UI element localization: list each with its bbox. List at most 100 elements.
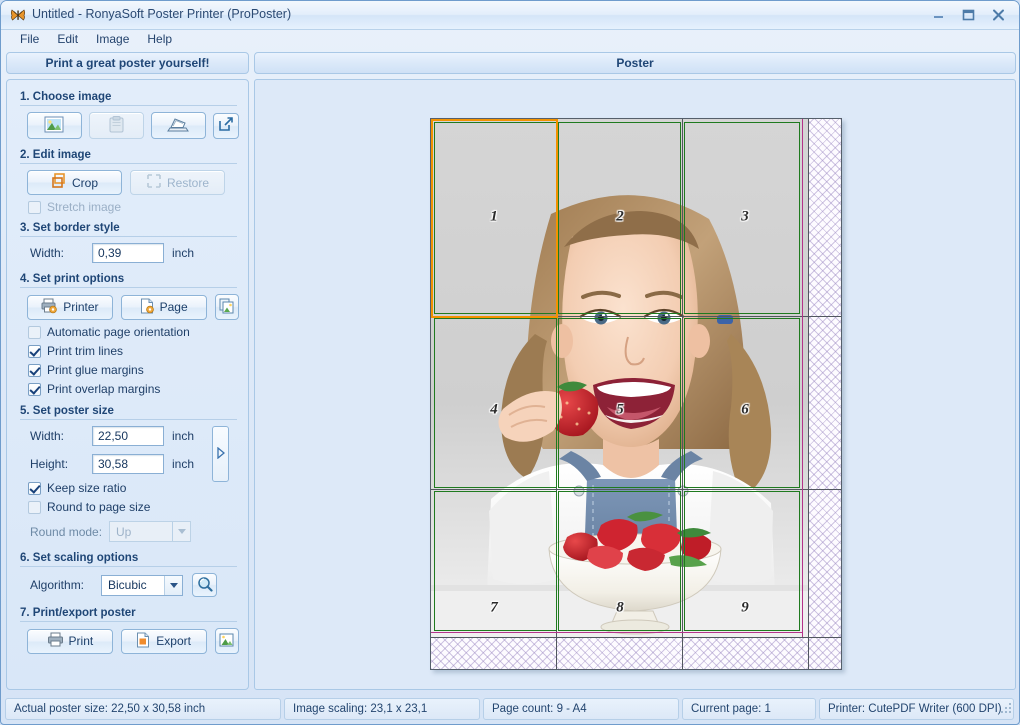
minimize-icon[interactable] xyxy=(925,5,953,24)
maximize-icon[interactable] xyxy=(954,5,982,24)
section-title-print-options: 4. Set print options xyxy=(20,273,239,285)
poster-header: Poster xyxy=(254,52,1016,74)
menu-edit[interactable]: Edit xyxy=(48,30,87,48)
picture-icon xyxy=(44,116,64,136)
page-grid-line-h2 xyxy=(431,489,841,490)
automatic-page-orientation-label: Automatic page orientation xyxy=(47,325,190,339)
page-number: 6 xyxy=(741,402,749,419)
printer-icon xyxy=(41,298,58,317)
print-overlap-margins-label: Print overlap margins xyxy=(47,382,160,396)
print-glue-margins-label: Print glue margins xyxy=(47,363,144,377)
printer-settings-button[interactable]: Printer xyxy=(27,295,113,320)
keep-size-ratio-checkbox[interactable] xyxy=(28,482,41,495)
stretch-image-checkbox xyxy=(28,201,41,214)
page-grid-line-v3 xyxy=(808,119,809,669)
print-overlap-margins-checkbox[interactable] xyxy=(28,383,41,396)
divider xyxy=(20,621,237,622)
round-mode-label: Round mode: xyxy=(30,525,109,539)
automatic-page-orientation-checkbox[interactable] xyxy=(28,326,41,339)
right-panel: Poster xyxy=(254,52,1016,690)
round-to-page-size-label: Round to page size xyxy=(47,500,150,514)
print-label: Print xyxy=(69,634,94,648)
play-arrow-icon xyxy=(216,447,225,462)
section-title-poster-size: 5. Set poster size xyxy=(20,405,239,417)
section-title-scaling-options: 6. Set scaling options xyxy=(20,552,239,564)
divider xyxy=(20,236,237,237)
round-mode-value: Up xyxy=(116,525,131,539)
scaling-preview-button[interactable] xyxy=(192,573,217,597)
page-settings-button[interactable]: Page xyxy=(121,295,207,320)
divider xyxy=(20,419,237,420)
divider xyxy=(20,163,237,164)
page-number: 4 xyxy=(490,402,498,419)
magnifier-icon xyxy=(197,576,213,595)
menu-file[interactable]: File xyxy=(11,30,48,48)
external-link-icon xyxy=(218,116,234,135)
image-options-button[interactable] xyxy=(213,113,239,139)
status-current-page: Current page: 1 xyxy=(682,698,816,720)
export-image-icon xyxy=(219,632,235,651)
paste-image-button xyxy=(89,112,144,139)
divider xyxy=(20,105,237,106)
border-width-input[interactable]: 0,39 xyxy=(92,243,164,263)
page-preview-icon xyxy=(219,298,235,317)
page-grid-line-h3 xyxy=(431,637,841,638)
size-expand-button[interactable] xyxy=(212,426,229,482)
crop-button[interactable]: Crop xyxy=(27,170,122,195)
round-to-page-size-checkbox[interactable] xyxy=(28,501,41,514)
divider xyxy=(20,566,237,567)
print-icon xyxy=(47,632,64,650)
section-title-edit-image: 2. Edit image xyxy=(20,149,239,161)
resize-grip-icon[interactable] xyxy=(1000,703,1012,715)
page-grid-line-v2 xyxy=(682,119,683,669)
title-bar: Untitled - RonyaSoft Poster Printer (Pro… xyxy=(1,1,1019,30)
status-actual-size: Actual poster size: 22,50 x 30,58 inch xyxy=(5,698,281,720)
page-number: 5 xyxy=(616,402,624,419)
page-number: 9 xyxy=(741,600,749,617)
status-bar: Actual poster size: 22,50 x 30,58 inch I… xyxy=(5,698,1017,720)
restore-label: Restore xyxy=(167,176,209,190)
page-number: 2 xyxy=(616,209,624,226)
poster-width-input[interactable]: 22,50 xyxy=(92,426,164,446)
page-icon xyxy=(140,298,155,317)
status-page-count: Page count: 9 - A4 xyxy=(483,698,679,720)
menu-image[interactable]: Image xyxy=(87,30,138,48)
scanner-icon xyxy=(166,117,190,135)
print-button[interactable]: Print xyxy=(27,629,113,654)
page-label: Page xyxy=(160,300,188,314)
open-image-button[interactable] xyxy=(27,112,82,139)
overlap-margin-line-bottom xyxy=(431,632,803,633)
print-glue-margins-checkbox[interactable] xyxy=(28,364,41,377)
print-trim-lines-checkbox[interactable] xyxy=(28,345,41,358)
section-title-choose-image: 1. Choose image xyxy=(20,91,239,103)
algorithm-select[interactable]: Bicubic xyxy=(101,575,183,596)
export-image-button[interactable] xyxy=(215,628,240,654)
border-width-label: Width: xyxy=(30,246,92,260)
page-number: 1 xyxy=(490,209,498,226)
round-mode-select: Up xyxy=(109,521,191,542)
status-image-scaling: Image scaling: 23,1 x 23,1 xyxy=(284,698,480,720)
page-number: 8 xyxy=(616,600,624,617)
page-number: 3 xyxy=(741,209,749,226)
menu-help[interactable]: Help xyxy=(138,30,181,48)
poster-canvas[interactable]: 1 2 3 4 5 6 7 8 9 xyxy=(254,79,1016,690)
keep-size-ratio-label: Keep size ratio xyxy=(47,481,126,495)
chevron-down-icon xyxy=(172,522,190,541)
window-controls xyxy=(925,5,1013,24)
close-icon[interactable] xyxy=(983,5,1013,24)
export-button[interactable]: Export xyxy=(121,629,207,654)
poster-height-input[interactable]: 30,58 xyxy=(92,454,164,474)
menu-bar: File Edit Image Help xyxy=(1,29,1019,49)
left-panel: Print a great poster yourself! 1. Choose… xyxy=(6,52,249,690)
restore-icon xyxy=(146,173,162,192)
application-window: Untitled - RonyaSoft Poster Printer (Pro… xyxy=(0,0,1020,725)
overlap-margin-line-right xyxy=(802,119,803,637)
status-printer: Printer: CutePDF Writer (600 DPI) xyxy=(819,698,1014,720)
butterfly-icon xyxy=(10,7,26,23)
page-preview-button[interactable] xyxy=(215,294,240,320)
scan-image-button[interactable] xyxy=(151,112,206,139)
export-icon xyxy=(136,632,151,651)
promo-banner: Print a great poster yourself! xyxy=(6,52,249,74)
chevron-down-icon xyxy=(164,576,182,595)
poster-width-label: Width: xyxy=(30,429,92,443)
